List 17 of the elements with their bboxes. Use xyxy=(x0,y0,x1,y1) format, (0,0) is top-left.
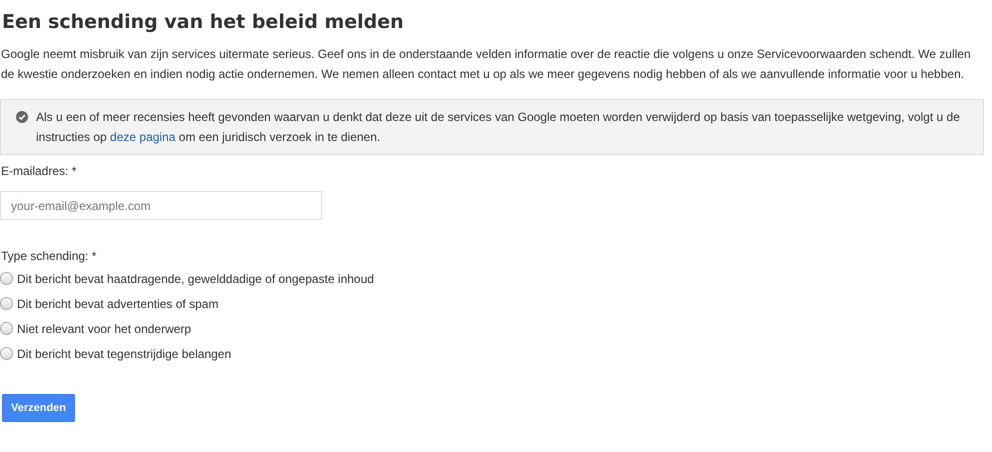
radio-label: Dit bericht bevat advertenties of spam xyxy=(17,296,218,312)
check-circle-icon xyxy=(16,111,28,123)
radio-label: Niet relevant voor het onderwerp xyxy=(17,320,192,338)
submit-button[interactable]: Verzenden xyxy=(2,394,76,422)
email-label: E-mailadres: * xyxy=(0,163,76,180)
intro-paragraph: Google neemt misbruik van zijn services uitermate serieus. Geef ons in de onderstaande velden informatie over de reactie die volgens u onze Servicevoorwaarden schendt. We zullen de kwestie onderzoeken en indien nodig actie ondernemen. We nemen alleen contact met u op als we meer gegevens nodig hebben of als we aanvullende informatie voor u hebben. xyxy=(0,46,972,83)
radio-button[interactable] xyxy=(0,297,13,310)
radio-button[interactable] xyxy=(0,322,13,335)
radio-button[interactable] xyxy=(0,347,13,360)
email-field[interactable]: your-email@example.com xyxy=(0,191,322,220)
radio-label: Dit bericht bevat tegenstrijdige belangen xyxy=(17,346,232,362)
notice-text: Als u een of meer recensies heeft gevonden waarvan u denkt dat deze uit de services van Google moeten worden verwijderd op basis van toepasselijke wetgeving, volgt u de instructies op deze pagina om een juridisch verzoek in te dienen. xyxy=(36,109,961,146)
page-link[interactable]: deze pagina xyxy=(110,130,176,144)
radio-label: Dit bericht bevat haatdragende, gewelddadige of ongepaste inhoud xyxy=(17,270,374,288)
radio-button[interactable] xyxy=(0,272,13,285)
page-title: Een schending van het beleid melden xyxy=(1,10,405,35)
violation-type-label: Type schending: * xyxy=(0,248,96,265)
